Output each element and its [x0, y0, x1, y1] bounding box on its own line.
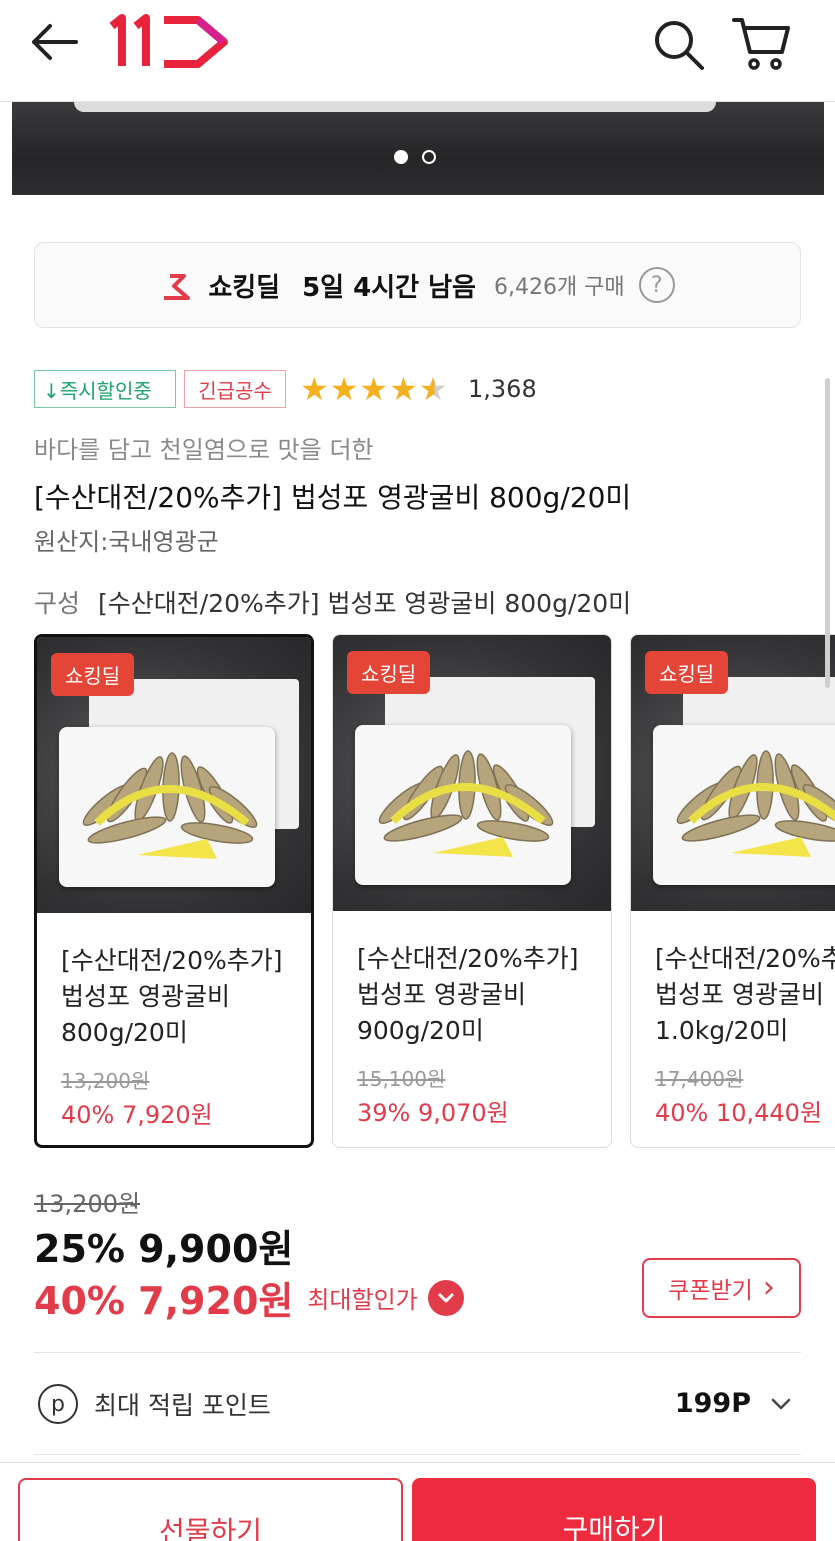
deal-label: 쇼킹딜: [208, 272, 281, 303]
points-row[interactable]: p 최대 적립 포인트 199P: [34, 1374, 801, 1434]
help-icon[interactable]: ?: [638, 267, 675, 303]
product-origin: 원산지:국내영광군: [34, 528, 219, 556]
best-price-label: 최대할인가: [307, 1286, 418, 1314]
star-icon: ★: [300, 370, 329, 408]
composition-row: 구성 [수산대전/20%추가] 법성포 영광굴비 800g/20미: [34, 584, 631, 620]
chevron-right-icon: ›: [762, 1270, 775, 1305]
divider: [34, 1454, 801, 1455]
option-price: 40% 7,920원: [61, 1101, 213, 1129]
chevron-down-icon[interactable]: [769, 1392, 793, 1416]
carousel-dot-1[interactable]: [394, 150, 408, 164]
chevron-down-icon[interactable]: [427, 1279, 464, 1316]
product-subtitle: 바다를 담고 천일염으로 맛을 더한: [34, 436, 374, 464]
instant-discount-badge: ↓즉시할인중: [34, 370, 176, 408]
option-card[interactable]: 쇼킹딜 [수산대전/20%추가] 법성포 영광굴비 1.0kg/20미 17,4…: [630, 634, 835, 1148]
bottom-action-bar: 선물하기 구매하기: [0, 1462, 835, 1541]
shocking-deal-icon: [164, 274, 191, 300]
half-star-icon: ★: [418, 370, 448, 408]
arrow-left-icon: [32, 24, 78, 60]
option-deal-tag: 쇼킹딜: [645, 651, 729, 694]
product-title: [수산대전/20%추가] 법성포 영광굴비 800g/20미: [34, 481, 632, 514]
option-card[interactable]: 쇼킹딜 [수산대전/20%추가] 법성포 영광굴비 900g/20미 15,10…: [332, 634, 612, 1148]
product-image: [74, 102, 716, 112]
sale-price: 25% 9,900원: [34, 1227, 294, 1271]
option-card[interactable]: 쇼킹딜 [수산대전/20%추가] 법성포 영광굴비 800g/20미 13,20…: [34, 634, 314, 1148]
back-button[interactable]: [28, 20, 82, 64]
scrollbar[interactable]: [825, 378, 830, 688]
option-carousel[interactable]: 쇼킹딜 [수산대전/20%추가] 법성포 영광굴비 800g/20미 13,20…: [34, 634, 835, 1148]
search-icon: [655, 21, 704, 70]
option-original-price: 15,100원: [357, 1067, 446, 1091]
star-icon: ★: [329, 370, 359, 408]
buy-button[interactable]: 구매하기: [412, 1478, 816, 1541]
option-deal-tag: 쇼킹딜: [51, 653, 135, 696]
review-count[interactable]: 1,368: [468, 372, 537, 406]
deal-purchase-count: 6,426개 구매: [493, 275, 625, 300]
option-original-price: 13,200원: [61, 1069, 150, 1093]
eleven-street-logo[interactable]: [106, 12, 232, 72]
star-icon: ★: [389, 370, 418, 408]
urgent-delivery-badge: 긴급공수: [184, 370, 286, 408]
search-button[interactable]: [650, 16, 706, 72]
product-image-carousel[interactable]: [12, 102, 824, 195]
app-header: [0, 0, 835, 102]
option-price: 39% 9,070원: [357, 1099, 509, 1127]
option-name: [수산대전/20%추가] 법성포 영광굴비 1.0kg/20미: [655, 944, 835, 1045]
option-name: [수산대전/20%추가] 법성포 영광굴비 900g/20미: [357, 944, 579, 1045]
option-original-price: 17,400원: [655, 1067, 744, 1091]
deal-time-left: 5일 4시간 남음: [302, 272, 476, 303]
gift-button[interactable]: 선물하기: [18, 1478, 403, 1541]
option-deal-tag: 쇼킹딜: [347, 651, 431, 694]
option-price: 40% 10,440원: [655, 1099, 823, 1127]
composition-label: 구성: [34, 589, 81, 618]
coupon-label: 쿠폰받기: [668, 1278, 753, 1304]
best-price: 40% 7,920원: [34, 1279, 294, 1323]
cart-button[interactable]: [730, 14, 792, 74]
divider: [34, 1352, 801, 1353]
points-label: 최대 적립 포인트: [94, 1391, 271, 1420]
composition-value: [수산대전/20%추가] 법성포 영광굴비 800g/20미: [98, 589, 632, 618]
rating-stars[interactable]: ★ ★ ★ ★ ★: [300, 372, 447, 406]
star-icon: ★: [359, 370, 389, 408]
points-value: 199P: [674, 1388, 751, 1419]
point-icon: p: [38, 1384, 78, 1424]
carousel-indicator: [394, 150, 436, 164]
best-price-row[interactable]: 40% 7,920원 최대할인가: [34, 1270, 464, 1325]
shocking-deal-banner: 쇼킹딜 5일 4시간 남음 6,426개 구매 ?: [34, 242, 801, 328]
original-price: 13,200원: [34, 1190, 141, 1218]
option-name: [수산대전/20%추가] 법성포 영광굴비 800g/20미: [61, 946, 283, 1047]
carousel-dot-2[interactable]: [422, 150, 436, 164]
coupon-button[interactable]: 쿠폰받기 ›: [642, 1258, 801, 1318]
cart-icon: [732, 18, 790, 70]
